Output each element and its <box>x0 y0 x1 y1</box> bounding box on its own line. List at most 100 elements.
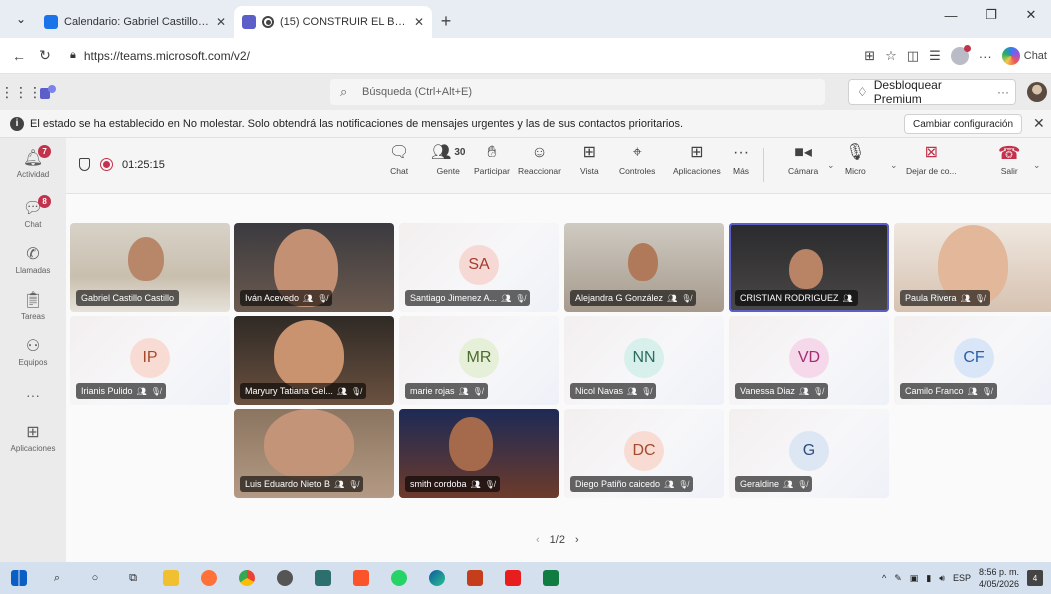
back-arrow-icon[interactable]: ← <box>6 48 32 64</box>
next-page-chevron-icon[interactable]: › <box>575 534 579 546</box>
participant-tile[interactable]: VD Vanessa Diaz 👥︎ 🎙︎̸ <box>729 316 889 405</box>
favorites-list-icon[interactable]: ☰ <box>929 48 941 64</box>
edge-icon[interactable] <box>418 562 456 594</box>
prev-page-chevron-icon[interactable]: ‹ <box>536 534 540 546</box>
rail-item-apps[interactable]: ⊞ Aplicaciones <box>0 414 66 464</box>
more-options-icon[interactable]: ··· <box>997 85 1009 99</box>
phone-icon: ✆ <box>26 246 40 263</box>
bell-icon: 🔔︎ 7 <box>23 145 52 167</box>
participant-tile[interactable]: smith cordoba 👥︎ 🎙︎̸ <box>399 409 559 498</box>
rail-item-more[interactable]: ··· <box>0 370 66 420</box>
participant-tile[interactable]: G Geraldine 👥︎ 🎙︎̸ <box>729 409 889 498</box>
restore-icon[interactable]: ❐ <box>971 0 1011 30</box>
browser-menu-icon[interactable]: ··· <box>979 49 992 64</box>
controls-button[interactable]: ⌖ Controles <box>619 144 655 188</box>
file-explorer-icon[interactable] <box>152 562 190 594</box>
muted-mic-icon: 🎙︎̸ <box>317 293 328 303</box>
diamond-icon: ♢ <box>857 85 868 99</box>
app-launcher-grid-icon[interactable]: ⋮⋮⋮ <box>0 84 42 101</box>
taskbar-search-icon[interactable]: ⌕ <box>38 562 76 594</box>
participant-name-chip: Alejandra G González 👥︎ 🎙︎̸ <box>570 290 697 306</box>
acrobat-icon[interactable] <box>494 562 532 594</box>
participant-tile[interactable]: Gabriel Castillo Castillo <box>70 223 230 312</box>
new-tab-plus-icon[interactable]: + <box>432 6 460 36</box>
app-available-icon[interactable]: ⊞ <box>864 48 875 64</box>
rail-item-calls[interactable]: ✆ Llamadas <box>0 236 66 286</box>
camera-button[interactable]: ■◂ Cámara <box>788 144 818 188</box>
favorite-star-icon[interactable]: ☆ <box>885 48 897 64</box>
apps-button[interactable]: ⊞ Aplicaciones <box>673 144 721 188</box>
participant-tile[interactable]: DC Diego Patiño caicedo 👥︎ 🎙︎̸ <box>564 409 724 498</box>
participant-tile[interactable]: Iván Acevedo 👥︎ 🎙︎̸ <box>234 223 394 312</box>
windows-start-icon[interactable] <box>0 562 38 594</box>
more-button[interactable]: ··· Más <box>733 144 749 188</box>
participant-tile[interactable]: NN Nicol Navas 👥︎ 🎙︎̸ <box>564 316 724 405</box>
gallery-pager: ‹ 1/2 › <box>536 534 579 546</box>
raise-hand-button[interactable]: ✋︎ Participar <box>474 144 510 188</box>
mic-button[interactable]: 🎙︎ Micro <box>845 144 866 188</box>
browser-tab-calendar[interactable]: Calendario: Gabriel Castillo Castillo ✕ <box>36 6 234 38</box>
tray-chevron-icon[interactable]: ^ <box>882 573 886 583</box>
participant-name: Diego Patiño caicedo <box>575 479 661 489</box>
participant-tile[interactable]: Paula Rivera 👥︎ 🎙︎̸ <box>894 223 1051 312</box>
firefox-icon[interactable] <box>190 562 228 594</box>
notification-center-icon[interactable]: 4 <box>1027 570 1043 586</box>
tab-close-icon[interactable]: ✕ <box>414 15 424 29</box>
search-input[interactable]: ⌕ Búsqueda (Ctrl+Alt+E) <box>330 79 825 105</box>
participant-name: Alejandra G González <box>575 293 664 303</box>
participant-tile[interactable]: MR marie rojas 👥︎ 🎙︎̸ <box>399 316 559 405</box>
participant-tile[interactable]: Luis Eduardo Nieto B 👥︎ 🎙︎̸ <box>234 409 394 498</box>
stop-sharing-button[interactable]: ⊠ Dejar de co... <box>906 144 957 188</box>
rail-item-chat[interactable]: 💬︎ 8 Chat <box>0 190 66 240</box>
change-settings-button[interactable]: Cambiar configuración <box>904 114 1023 134</box>
excel-icon[interactable] <box>532 562 570 594</box>
profile-avatar-icon[interactable] <box>950 45 971 65</box>
calculator-icon[interactable] <box>304 562 342 594</box>
clock[interactable]: 8:56 p. m. 4/05/2026 <box>979 566 1019 590</box>
chat-button[interactable]: 🗨︎ Chat <box>389 144 409 188</box>
minimize-icon[interactable]: — <box>931 0 971 30</box>
copilot-button[interactable]: Chat <box>1001 47 1047 65</box>
participant-tile[interactable]: CF Camilo Franco 👥︎ 🎙︎̸ <box>894 316 1051 405</box>
rail-item-tasks[interactable]: 📋︎ Tareas <box>0 282 66 332</box>
leave-options-chevron-icon[interactable]: ⌄ <box>1033 160 1041 171</box>
participant-tile[interactable]: Maryury Tatiana Gel... 👥︎ 🎙︎̸ <box>234 316 394 405</box>
browser-tab-teams[interactable]: (15) CONSTRUIR EL BRIEF SEC ✕ <box>234 6 432 38</box>
battery-icon[interactable]: ▮ <box>926 573 931 584</box>
task-view-icon[interactable]: ⧉ <box>114 562 152 594</box>
shield-icon[interactable] <box>79 158 90 171</box>
leave-button[interactable]: ☎︎ Salir <box>998 144 1020 188</box>
tab-close-icon[interactable]: ✕ <box>216 15 226 29</box>
teams-favicon-icon <box>242 15 256 29</box>
participant-tile[interactable]: SA Santiago Jimenez A... 👥︎ 🎙︎̸ <box>399 223 559 312</box>
user-avatar[interactable] <box>1027 82 1047 102</box>
language-indicator[interactable]: ESP <box>953 573 971 583</box>
tab-title: Calendario: Gabriel Castillo Castillo <box>64 16 210 28</box>
recording-icon[interactable] <box>100 158 113 171</box>
powerpoint-icon[interactable] <box>456 562 494 594</box>
tab-actions-chevron-icon[interactable]: ⌄ <box>6 4 36 34</box>
pen-icon[interactable]: ✎ <box>894 573 902 584</box>
participant-tile[interactable]: CRISTIAN RODRIGUEZ 👥︎ <box>729 223 889 312</box>
refresh-icon[interactable]: ↻ <box>32 47 58 64</box>
close-window-icon[interactable]: ✕ <box>1011 0 1051 30</box>
people-button[interactable]: 👥︎ 30 Gente <box>431 144 465 188</box>
participant-tile[interactable]: Alejandra G González 👥︎ 🎙︎̸ <box>564 223 724 312</box>
view-button[interactable]: ⊞ Vista <box>580 144 599 188</box>
mic-options-chevron-icon[interactable]: ⌄ <box>890 160 898 171</box>
close-banner-icon[interactable]: ✕ <box>1033 115 1045 132</box>
cortana-circle-icon[interactable]: ○ <box>76 562 114 594</box>
brave-icon[interactable] <box>342 562 380 594</box>
camera-options-chevron-icon[interactable]: ⌄ <box>827 160 835 171</box>
react-button[interactable]: ☺ Reaccionar <box>518 144 561 188</box>
rail-item-activity[interactable]: 🔔︎ 7 Actividad <box>0 140 66 190</box>
volume-icon[interactable]: 🔊︎ <box>939 573 945 584</box>
chrome-icon[interactable] <box>228 562 266 594</box>
network-icon[interactable]: ▣ <box>910 573 919 584</box>
url-field[interactable]: 🔒︎ https://teams.microsoft.com/v2/ <box>64 43 824 69</box>
app-icon[interactable] <box>266 562 304 594</box>
whatsapp-icon[interactable] <box>380 562 418 594</box>
participant-tile[interactable]: IP Irianis Pulido 👥︎ 🎙︎̸ <box>70 316 230 405</box>
unlock-premium-button[interactable]: ♢ Desbloquear Premium ··· <box>848 78 1016 106</box>
split-screen-icon[interactable]: ◫ <box>907 48 919 64</box>
